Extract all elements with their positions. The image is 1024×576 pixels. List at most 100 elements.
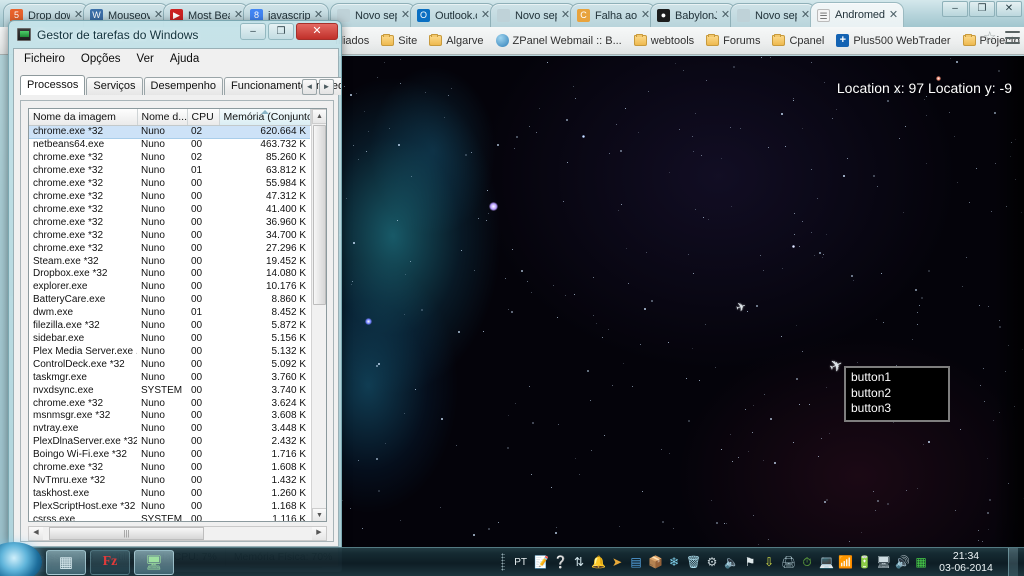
hamburger-menu-icon[interactable] — [1005, 31, 1020, 44]
show-desktop-button[interactable] — [1008, 547, 1018, 576]
tab-scroll-next-icon[interactable]: ► — [319, 79, 334, 95]
browser-minimize-button[interactable]: – — [942, 1, 968, 17]
process-row[interactable]: nvtray.exe Nuno 00 3.448 K — [29, 423, 310, 436]
process-row[interactable]: chrome.exe *32 Nuno 00 27.296 K — [29, 243, 310, 256]
steam-icon[interactable]: ⚙ — [705, 555, 719, 569]
ship-context-menu[interactable]: button1 button2 button3 — [844, 366, 950, 422]
bookmark-item-1[interactable]: Site — [376, 33, 422, 49]
taskbar-item-virtualbox[interactable]: ▦ — [46, 549, 86, 575]
updates-icon[interactable]: ⇅ — [572, 555, 586, 569]
process-row[interactable]: chrome.exe *32 Nuno 00 1.608 K — [29, 462, 310, 475]
bookmark-item-5[interactable]: Forums — [701, 33, 765, 49]
task-manager-tab-0[interactable]: Processos — [20, 75, 86, 95]
vertical-scroll-thumb[interactable] — [313, 125, 326, 305]
process-row[interactable]: ControlDeck.exe *32 Nuno 00 5.092 K — [29, 359, 310, 372]
tab-scroll-prev-icon[interactable]: ◄ — [302, 79, 317, 95]
network-icon[interactable]: 🖥 — [876, 555, 891, 569]
bookmark-item-3[interactable]: ZPanel Webmail :: B... — [491, 32, 627, 49]
tab-close-icon[interactable]: ✕ — [888, 9, 899, 21]
taskbar-item-filezilla[interactable]: Fz — [90, 549, 130, 575]
process-row[interactable]: msnmsgr.exe *32 Nuno 00 3.608 K — [29, 410, 310, 423]
flag-icon[interactable]: ⚑ — [743, 555, 757, 569]
task-manager-tab-2[interactable]: Desempenho — [143, 77, 223, 95]
browser-maximize-button[interactable]: ❐ — [969, 1, 995, 17]
process-list-horizontal-scrollbar[interactable]: ◀ ||| ▶ — [28, 526, 327, 541]
browser-tab-10[interactable]: ☰ Andromed ✕ — [810, 2, 904, 27]
bookmark-item-7[interactable]: + Plus500 WebTrader — [831, 32, 955, 49]
tray-grip-icon[interactable] — [501, 553, 506, 571]
process-row[interactable]: taskmgr.exe Nuno 00 3.760 K — [29, 372, 310, 385]
volume-icon[interactable]: 🔈 — [724, 555, 739, 569]
process-row[interactable]: chrome.exe *32 Nuno 00 36.960 K — [29, 217, 310, 230]
task-manager-tab-1[interactable]: Serviços — [86, 77, 143, 95]
process-row[interactable]: chrome.exe *32 Nuno 01 63.812 K — [29, 165, 310, 178]
task-manager-close-button[interactable]: ✕ — [296, 23, 338, 40]
task-manager-title-bar[interactable]: Gestor de tarefas do Windows – ❐ ✕ — [9, 21, 341, 44]
process-row[interactable]: PlexDlnaServer.exe *32 Nuno 00 2.432 K — [29, 436, 310, 449]
browser-tab-8[interactable]: ●BabylonJS✕ — [650, 3, 736, 27]
context-menu-item-1[interactable]: button1 — [851, 370, 943, 386]
process-row[interactable]: chrome.exe *32 Nuno 02 620.664 K — [29, 124, 310, 140]
language-indicator[interactable]: PT — [514, 557, 527, 568]
process-row[interactable]: NvTmru.exe *32 Nuno 00 1.432 K — [29, 475, 310, 488]
dropbox-icon[interactable]: ❄ — [667, 555, 681, 569]
taskbar-clock[interactable]: 21:34 03-06-2014 — [933, 550, 999, 574]
process-row[interactable]: csrss.exe SYSTEM 00 1.116 K — [29, 514, 310, 521]
backup-icon[interactable]: 📦 — [648, 555, 663, 569]
process-row[interactable]: taskhost.exe Nuno 00 1.260 K — [29, 488, 310, 501]
process-row[interactable]: Boingo Wi-Fi.exe *32 Nuno 00 1.716 K — [29, 449, 310, 462]
context-menu-item-3[interactable]: button3 — [851, 401, 943, 417]
notification-bell-icon[interactable]: 🔔 — [591, 555, 606, 569]
process-row[interactable]: chrome.exe *32 Nuno 00 41.400 K — [29, 204, 310, 217]
process-row[interactable]: dwm.exe Nuno 01 8.452 K — [29, 307, 310, 320]
bookmark-item-2[interactable]: Algarve — [424, 33, 488, 49]
scroll-down-arrow-icon[interactable]: ▼ — [312, 508, 326, 521]
scroll-up-arrow-icon[interactable]: ▲ — [312, 109, 326, 124]
process-row[interactable]: sidebar.exe Nuno 00 5.156 K — [29, 333, 310, 346]
notepad-icon[interactable]: 📝 — [534, 555, 549, 569]
scroll-left-arrow-icon[interactable]: ◀ — [29, 527, 43, 540]
windows-icon[interactable]: ▤ — [629, 555, 643, 569]
process-row[interactable]: chrome.exe *32 Nuno 00 47.312 K — [29, 191, 310, 204]
process-row[interactable]: chrome.exe *32 Nuno 00 3.624 K — [29, 398, 310, 411]
process-row[interactable]: Plex Media Server.exe ... Nuno 00 5.132 K — [29, 346, 310, 359]
column-header-user-name[interactable]: Nome d... — [137, 109, 188, 126]
menu-item-ficheiro[interactable]: Ficheiro — [24, 53, 65, 65]
nvidia-icon[interactable]: ⏱ — [800, 555, 814, 569]
printer-icon[interactable]: 🖨 — [781, 555, 796, 569]
task-manager-window[interactable]: Gestor de tarefas do Windows – ❐ ✕ Fiche… — [8, 20, 342, 572]
battery-icon[interactable]: 🔋 — [857, 555, 872, 569]
task-manager-maximize-button[interactable]: ❐ — [268, 23, 294, 40]
start-button[interactable] — [0, 542, 42, 576]
process-row[interactable]: BatteryCare.exe Nuno 00 8.860 K — [29, 294, 310, 307]
scroll-right-arrow-icon[interactable]: ▶ — [312, 527, 326, 540]
arrow-right-icon[interactable]: ➤ — [610, 555, 624, 569]
process-row[interactable]: PlexScriptHost.exe *32 Nuno 00 1.168 K — [29, 501, 310, 514]
menu-item-ver[interactable]: Ver — [137, 53, 154, 65]
column-header-memory[interactable]: Memória (Conjunto de Tr... — [219, 109, 311, 126]
process-row[interactable]: chrome.exe *32 Nuno 00 55.984 K — [29, 178, 310, 191]
recycle-icon[interactable]: 🗑 — [686, 555, 701, 569]
browser-tab-9[interactable]: Novo separa✕ — [730, 3, 816, 27]
browser-tab-4[interactable]: Novo separa✕ — [330, 3, 416, 27]
process-row[interactable]: chrome.exe *32 Nuno 02 85.260 K — [29, 152, 310, 165]
browser-tab-5[interactable]: OOutlook.co✕ — [410, 3, 496, 27]
context-menu-item-2[interactable]: button2 — [851, 386, 943, 402]
bookmark-item-4[interactable]: webtools — [629, 33, 699, 49]
menu-item-opcoes[interactable]: Opções — [81, 53, 121, 65]
process-row[interactable]: nvxdsync.exe SYSTEM 00 3.740 K — [29, 385, 310, 398]
taskbar-item-taskmanager[interactable]: 🖥 — [134, 549, 174, 575]
bookmark-star-icon[interactable]: ☆ — [983, 30, 998, 45]
process-list[interactable]: Nome da imagem Nome d... CPU Memória (Co… — [28, 108, 327, 522]
process-row[interactable]: Steam.exe *32 Nuno 00 19.452 K — [29, 256, 310, 269]
help-icon[interactable]: ❔ — [553, 555, 568, 569]
process-list-vertical-scrollbar[interactable]: ▲ ▼ — [311, 109, 326, 521]
horizontal-scroll-thumb[interactable]: ||| — [49, 527, 204, 540]
green-icon[interactable]: ▦ — [914, 555, 928, 569]
process-row[interactable]: netbeans64.exe Nuno 00 463.732 K — [29, 139, 310, 152]
menu-item-ajuda[interactable]: Ajuda — [170, 53, 199, 65]
display-icon[interactable]: 💻 — [819, 555, 834, 569]
browser-tab-7[interactable]: CFalha ao c✕ — [570, 3, 656, 27]
browser-tab-6[interactable]: Novo separa✕ — [490, 3, 576, 27]
process-row[interactable]: Dropbox.exe *32 Nuno 00 14.080 K — [29, 268, 310, 281]
